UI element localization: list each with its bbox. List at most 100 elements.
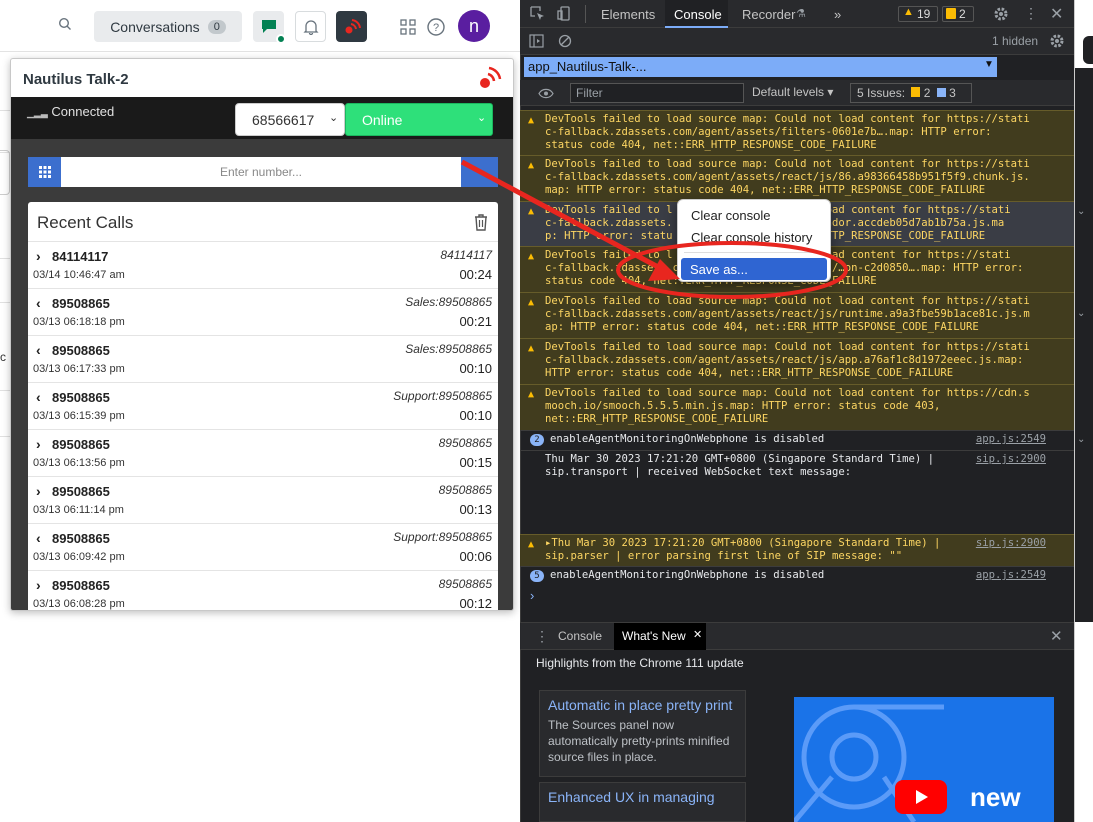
divider — [0, 302, 10, 303]
call-number: 89508865 — [52, 296, 110, 311]
call-number: 84114117 — [52, 249, 109, 264]
console-prompt[interactable]: › — [530, 588, 534, 603]
divider — [0, 258, 10, 259]
eye-icon[interactable] — [538, 87, 554, 102]
top-bar: Conversations 0 ? n — [0, 0, 520, 52]
search-icon[interactable] — [58, 17, 72, 34]
console-log[interactable]: 5 enableAgentMonitoringOnWebphone is dis… — [520, 566, 1074, 586]
warning-icon: ▲ — [903, 6, 914, 18]
card-title: Automatic in place pretty print — [548, 697, 733, 713]
message-line: DevTools failed to load source map: Coul… — [545, 341, 1030, 353]
chevron-right-icon: › — [36, 577, 41, 593]
call-row[interactable]: ‹ 89508865 03/13 06:17:33 pm Sales:89508… — [28, 335, 498, 382]
call-duration: 00:15 — [459, 455, 492, 470]
javascript-context-select[interactable]: app_Nautilus-Talk-... — [524, 57, 997, 77]
sidebar-toggle-icon[interactable] — [529, 34, 544, 51]
call-number: 89508865 — [52, 437, 110, 452]
call-destination: Sales:89508865 — [405, 342, 492, 356]
kebab-menu-icon[interactable]: ⋮ — [1024, 5, 1038, 22]
number-input[interactable]: Enter number... — [63, 157, 459, 187]
call-button[interactable] — [461, 157, 498, 187]
youtube-play-icon[interactable] — [895, 780, 947, 814]
warning-icon: ▲ — [528, 160, 535, 171]
close-icon[interactable]: ✕ — [1050, 4, 1063, 24]
call-date: 03/14 10:46:47 am — [33, 269, 125, 281]
call-duration: 00:13 — [459, 502, 492, 517]
message-line: DevTools failed to load source map: Coul… — [545, 158, 1030, 170]
notifications-button[interactable] — [295, 11, 326, 42]
tab-recorder[interactable]: Recorder — [742, 7, 795, 22]
conversations-button[interactable]: Conversations 0 — [94, 11, 242, 42]
dialpad-button[interactable] — [28, 157, 61, 187]
console-settings-gear-icon[interactable] — [1049, 33, 1065, 52]
console-log[interactable]: 2 enableAgentMonitoringOnWebphone is dis… — [520, 430, 1074, 450]
call-number: 89508865 — [52, 578, 110, 593]
call-duration: 00:21 — [459, 314, 492, 329]
source-link[interactable]: app.js:2549 — [976, 433, 1046, 446]
console-warning[interactable]: ▲ DevTools failed to load source map: Co… — [520, 110, 1074, 155]
menu-item-clear-console[interactable]: Clear console — [691, 208, 771, 223]
call-duration: 00:24 — [459, 267, 492, 282]
recent-calls-title: Recent Calls — [37, 213, 134, 232]
source-link[interactable]: sip.js:2900 — [976, 453, 1046, 466]
tab-console[interactable]: Console — [674, 7, 722, 22]
console-warning[interactable]: ▲ DevTools failed to load source map: Co… — [520, 155, 1074, 201]
call-row[interactable]: ‹ 89508865 03/13 06:15:39 pm Support:895… — [28, 382, 498, 429]
source-link[interactable]: sip.js:2900 — [976, 537, 1046, 550]
whatsnew-card[interactable]: Automatic in place pretty print The Sour… — [539, 690, 746, 777]
call-row[interactable]: › 89508865 03/13 06:08:28 pm 89508865 00… — [28, 570, 498, 610]
issues-info-count: 3 — [949, 86, 956, 100]
drawer-tab-whatsnew[interactable]: What's New ✕ — [614, 623, 706, 650]
console-warning[interactable]: ▲ DevTools failed to load source map: Co… — [520, 384, 1074, 430]
inspect-element-icon[interactable] — [530, 6, 545, 24]
call-row[interactable]: ‹ 89508865 03/13 06:09:42 pm Support:895… — [28, 523, 498, 570]
trash-icon[interactable] — [473, 213, 489, 231]
issues-button[interactable]: 5 Issues: 2 3 — [850, 83, 972, 103]
source-link[interactable]: app.js:2549 — [976, 569, 1046, 582]
help-button[interactable]: ? — [420, 11, 451, 42]
call-row[interactable]: ‹ 89508865 03/13 06:18:18 pm Sales:89508… — [28, 288, 498, 335]
call-row[interactable]: › 89508865 03/13 06:11:14 pm 89508865 00… — [28, 476, 498, 523]
talk-app-button[interactable] — [336, 11, 367, 42]
apps-button[interactable] — [392, 11, 423, 42]
bell-icon — [302, 19, 319, 35]
close-drawer-icon[interactable]: ✕ — [1050, 627, 1063, 645]
call-destination: 89508865 — [438, 577, 492, 591]
clear-console-icon[interactable] — [558, 34, 572, 51]
drawer-menu-icon[interactable]: ⋮ — [535, 628, 549, 645]
message-line: c-fallback.zdassets.com/agent/assets/rea… — [545, 308, 1030, 320]
message-line: sip.parser | error parsing first line of… — [545, 550, 903, 562]
user-avatar[interactable]: n — [458, 10, 490, 42]
repeat-count-badge: 5 — [530, 570, 544, 582]
console-warning[interactable]: ▲ DevTools failed to load source map: Co… — [520, 338, 1074, 384]
call-date: 03/13 06:08:28 pm — [33, 598, 125, 610]
filter-input[interactable]: Filter — [570, 83, 744, 103]
availability-select[interactable]: Online — [345, 103, 493, 136]
console-warning[interactable]: ▲ ▸Thu Mar 30 2023 17:21:20 GMT+0800 (Si… — [520, 534, 1074, 566]
log-levels-dropdown[interactable]: Default levels ▾ — [752, 85, 833, 99]
device-toolbar-icon[interactable] — [557, 6, 572, 24]
menu-item-clear-history[interactable]: Clear console history — [691, 230, 812, 245]
gear-icon[interactable] — [993, 6, 1009, 25]
warning-icon: ▲ — [528, 206, 535, 217]
console-warning[interactable]: ▲ DevTools failed to load source map: Co… — [520, 292, 1074, 338]
call-date: 03/13 06:15:39 pm — [33, 410, 125, 422]
close-tab-icon[interactable]: ✕ — [693, 628, 702, 641]
call-date: 03/13 06:13:56 pm — [33, 457, 125, 469]
tab-elements[interactable]: Elements — [601, 7, 655, 22]
message-line: Thu Mar 30 2023 17:21:20 GMT+0800 (Singa… — [545, 453, 935, 465]
hidden-count: 1 hidden — [992, 34, 1039, 48]
whatsnew-card[interactable]: Enhanced UX in managing — [539, 782, 746, 822]
message-line: ap: HTTP error: status code 404, net::ER… — [545, 321, 979, 333]
more-tabs-button[interactable]: » — [834, 7, 841, 22]
call-row[interactable]: › 84114117 03/14 10:46:47 am 84114117 00… — [28, 241, 498, 288]
console-toolbar — [520, 28, 1074, 55]
warning-icon: ▲ — [528, 539, 535, 550]
message-line: HTTP error: status code 404, net::ERR_HT… — [545, 367, 954, 379]
message-line: net::ERR_HTTP_RESPONSE_CODE_FAILURE — [545, 413, 769, 425]
issues-warn-count: 2 — [923, 86, 931, 100]
warning-icon: ▲ — [528, 343, 535, 354]
drawer-tab-console[interactable]: Console — [558, 629, 602, 643]
console-log[interactable]: Thu Mar 30 2023 17:21:20 GMT+0800 (Singa… — [520, 450, 1074, 534]
call-row[interactable]: › 89508865 03/13 06:13:56 pm 89508865 00… — [28, 429, 498, 476]
